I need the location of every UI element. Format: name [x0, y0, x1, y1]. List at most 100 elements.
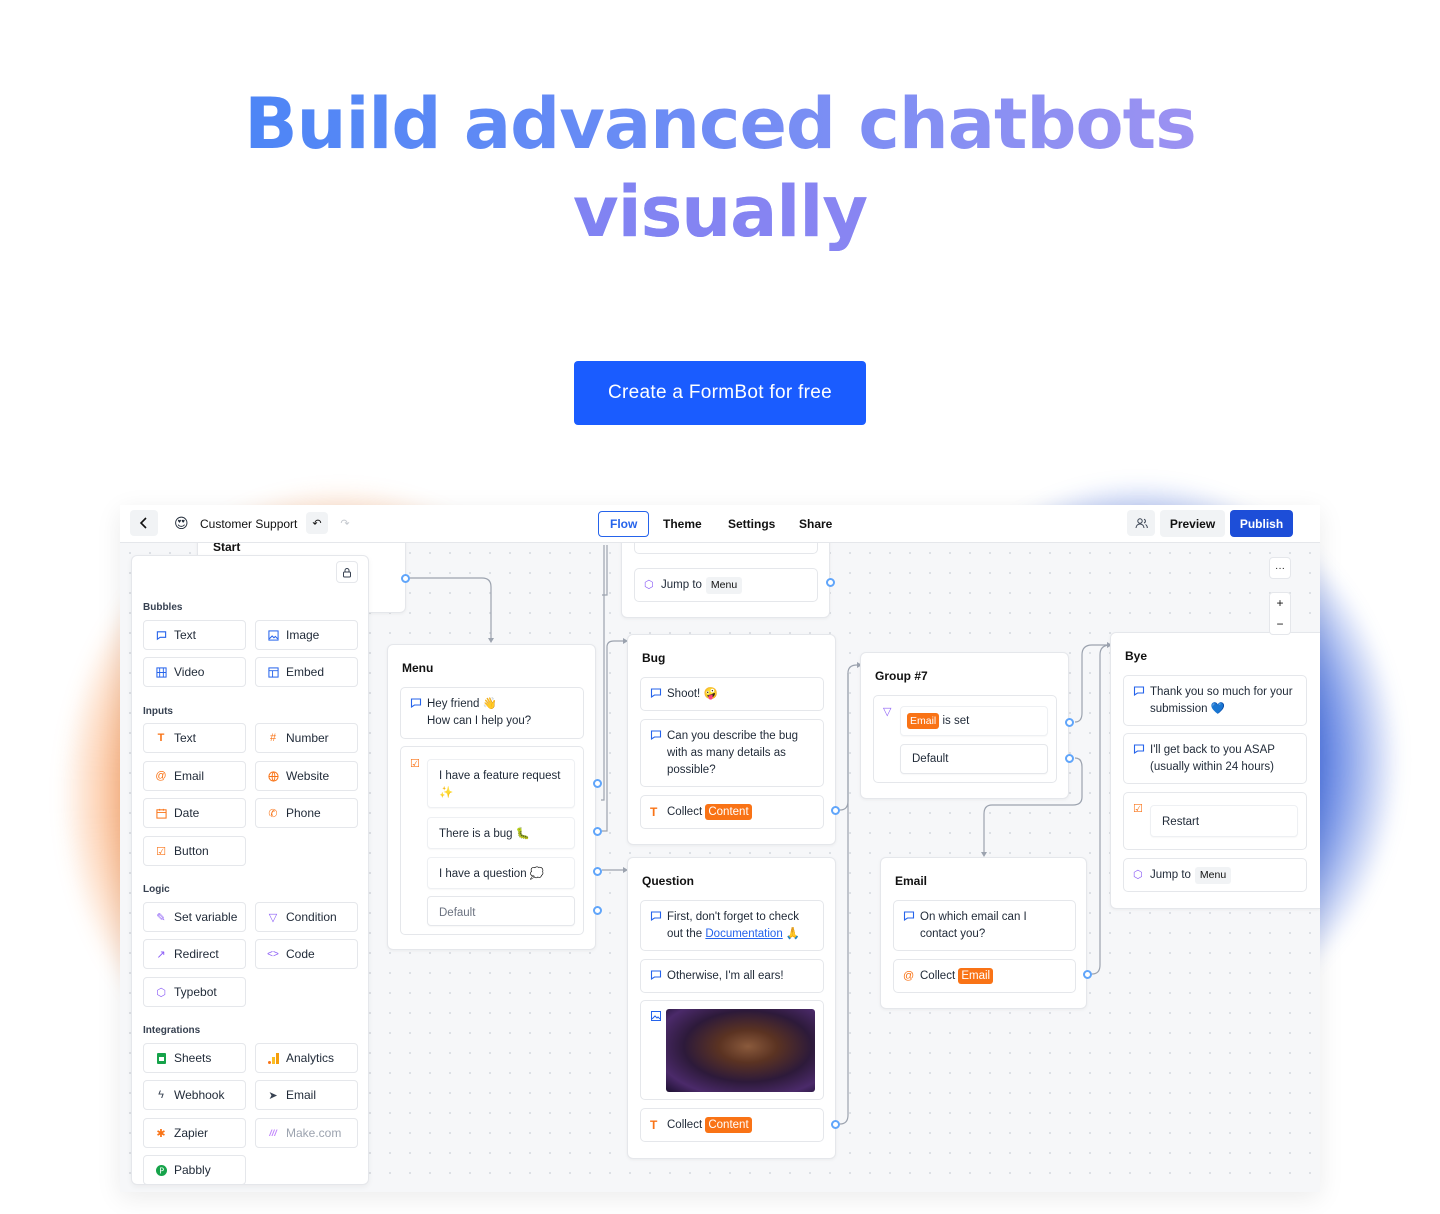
bug-msg2-bubble[interactable]: Can you describe the bug with as many de…: [640, 719, 824, 787]
bye-title: Bye: [1125, 649, 1148, 663]
block-webhook[interactable]: ϟ Webhook: [143, 1080, 246, 1110]
undo-button[interactable]: ↶: [306, 512, 328, 534]
cube-icon: ⬡: [156, 986, 166, 999]
hero-title: Build advanced chatbots visually: [0, 80, 1440, 256]
block-label: Redirect: [174, 947, 219, 961]
create-formbot-button[interactable]: Create a FormBot for free: [574, 361, 866, 425]
bug-group[interactable]: Bug Shoot! 🤪 Can you describe the bug wi…: [627, 634, 836, 845]
svg-text:P: P: [159, 1166, 164, 1175]
bot-name[interactable]: Customer Support: [200, 517, 297, 531]
bye-msg2-bubble[interactable]: I'll get back to you ASAP (usually withi…: [1123, 733, 1307, 784]
bug-msg1-bubble[interactable]: Shoot! 🤪: [640, 677, 824, 711]
zoom-out-button[interactable]: −: [1269, 613, 1291, 635]
tab-flow[interactable]: Flow: [598, 511, 650, 537]
top-group-connector[interactable]: [826, 578, 835, 587]
menu-group[interactable]: Menu Hey friend 👋 How can I help you? ☑ …: [387, 644, 596, 950]
question-connector[interactable]: [593, 867, 602, 876]
block-text-bubble[interactable]: Text: [143, 620, 246, 650]
bye-buttons-input[interactable]: ☑ Restart: [1123, 792, 1307, 850]
block-phone-input[interactable]: ✆ Phone: [255, 798, 358, 828]
preview-button[interactable]: Preview: [1160, 510, 1225, 537]
jump-to-step[interactable]: ⬡ Jump to Menu: [634, 568, 818, 602]
question-msg1-emoji: 🙏: [782, 928, 801, 940]
block-embed-bubble[interactable]: Embed: [255, 657, 358, 687]
chat-icon: [650, 688, 662, 699]
block-set-variable[interactable]: ✎ Set variable: [143, 902, 246, 932]
bug-collect-step[interactable]: T Collect Content: [640, 795, 824, 829]
block-make[interactable]: /// Make.com: [255, 1118, 358, 1148]
choice-question[interactable]: I have a question 💭: [427, 857, 575, 889]
start-connector[interactable]: [401, 574, 410, 583]
email-out-connector[interactable]: [1083, 970, 1092, 979]
block-redirect[interactable]: ↗ Redirect: [143, 939, 246, 969]
block-label: Embed: [286, 665, 325, 679]
collect-label: Collect: [667, 806, 703, 818]
bye-jump-step[interactable]: ⬡ Jump to Menu: [1123, 858, 1307, 892]
block-typebot[interactable]: ⬡ Typebot: [143, 977, 246, 1007]
choice-default[interactable]: Default: [427, 896, 575, 926]
question-group[interactable]: Question First, don't forget to check ou…: [627, 857, 836, 1159]
question-msg2-bubble[interactable]: Otherwise, I'm all ears!: [640, 959, 824, 993]
block-pabbly[interactable]: P Pabbly: [143, 1155, 246, 1184]
block-condition[interactable]: ▽ Condition: [255, 902, 358, 932]
collaborators-button[interactable]: [1127, 510, 1155, 536]
feature-connector[interactable]: [593, 779, 602, 788]
bye-msg1-bubble[interactable]: Thank you so much for your submission 💙: [1123, 675, 1307, 726]
tab-share[interactable]: Share: [788, 511, 843, 537]
tab-settings[interactable]: Settings: [717, 511, 786, 537]
email-group[interactable]: Email On which email can I contact you? …: [880, 857, 1087, 1009]
block-label: Typebot: [174, 985, 217, 999]
publish-button[interactable]: Publish: [1230, 510, 1293, 537]
block-image-bubble[interactable]: Image: [255, 620, 358, 650]
choice-feature[interactable]: I have a feature request ✨: [427, 759, 575, 808]
zoom-in-button[interactable]: +: [1269, 592, 1291, 614]
at-icon: @: [155, 770, 167, 782]
back-button[interactable]: [130, 510, 158, 536]
lock-sidebar-button[interactable]: [336, 561, 358, 583]
group7[interactable]: Group #7 ▽ Email is set Default: [860, 652, 1069, 799]
question-collect-step[interactable]: T Collect Content: [640, 1108, 824, 1142]
condition-default[interactable]: Default: [900, 744, 1048, 774]
documentation-link[interactable]: Documentation: [705, 928, 782, 940]
email-collect-step[interactable]: @ Collect Email: [893, 959, 1076, 993]
choice-bug[interactable]: There is a bug 🐛: [427, 817, 575, 849]
condition-default-connector[interactable]: [1065, 754, 1074, 763]
block-video-bubble[interactable]: Video: [143, 657, 246, 687]
condition-step[interactable]: ▽ Email is set Default: [873, 695, 1057, 783]
block-button-input[interactable]: ☑ Button: [143, 836, 246, 866]
hero: Build advanced chatbots visually: [0, 80, 1440, 256]
bug-connector[interactable]: [593, 827, 602, 836]
bot-emoji-icon[interactable]: 😍: [174, 515, 189, 532]
redo-icon: ↷: [340, 517, 350, 530]
menu-greeting-bubble[interactable]: Hey friend 👋 How can I help you?: [400, 687, 584, 739]
bye-group[interactable]: Bye Thank you so much for your submissio…: [1110, 632, 1320, 909]
pen-icon: ✎: [156, 911, 166, 924]
tab-theme[interactable]: Theme: [652, 511, 713, 537]
block-website-input[interactable]: Website: [255, 761, 358, 791]
more-options-button[interactable]: ···: [1269, 557, 1291, 579]
email-msg-bubble[interactable]: On which email can I contact you?: [893, 900, 1076, 951]
question-msg1-bubble[interactable]: First, don't forget to check out the Doc…: [640, 900, 824, 951]
question-image-bubble[interactable]: [640, 1000, 824, 1100]
restart-choice[interactable]: Restart: [1150, 805, 1298, 837]
condition-item[interactable]: Email is set: [900, 706, 1048, 736]
block-analytics[interactable]: Analytics: [255, 1043, 358, 1073]
block-code[interactable]: <> Code: [255, 939, 358, 969]
filter-icon: ▽: [883, 706, 892, 718]
block-email-integration[interactable]: ➤ Email: [255, 1080, 358, 1110]
block-label: Website: [286, 769, 330, 783]
block-zapier[interactable]: ✱ Zapier: [143, 1118, 246, 1148]
block-email-input[interactable]: @ Email: [143, 761, 246, 791]
question-out-connector[interactable]: [831, 1120, 840, 1129]
bug-out-connector[interactable]: [831, 806, 840, 815]
section-logic: Logic: [143, 884, 170, 895]
redo-button[interactable]: ↷: [334, 512, 356, 534]
block-text-input[interactable]: T Text: [143, 723, 246, 753]
block-sheets[interactable]: Sheets: [143, 1043, 246, 1073]
block-label: Button: [174, 844, 209, 858]
menu-buttons-input[interactable]: ☑ I have a feature request ✨ There is a …: [400, 746, 584, 935]
block-date-input[interactable]: Date: [143, 798, 246, 828]
condition-true-connector[interactable]: [1065, 718, 1074, 727]
default-connector[interactable]: [593, 906, 602, 915]
block-number-input[interactable]: # Number: [255, 723, 358, 753]
